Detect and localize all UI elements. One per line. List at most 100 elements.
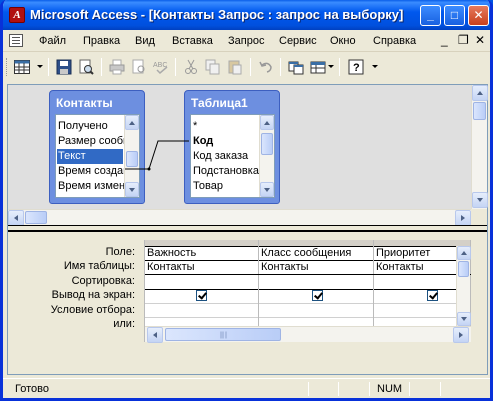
table-pane-hscrollbar[interactable] — [8, 209, 471, 226]
doc-restore-button[interactable]: ❐ — [458, 33, 469, 47]
scroll-right-button[interactable] — [453, 327, 469, 343]
save-icon[interactable] — [54, 57, 74, 77]
scroll-down-button[interactable] — [457, 312, 471, 326]
cut-icon[interactable] — [181, 57, 201, 77]
chevron-down-icon[interactable] — [372, 65, 378, 68]
grip-icon — [220, 331, 226, 338]
design-grid-pane: Поле: Имя таблицы: Сортировка: Вывод на … — [8, 232, 487, 374]
row-label-criteria: Условие отбора: — [50, 304, 135, 316]
help-icon[interactable]: ? — [346, 57, 366, 77]
grid-cell-field[interactable]: Важность — [145, 246, 259, 260]
arrow-right-icon — [461, 215, 465, 221]
doc-close-button[interactable]: ✕ — [475, 33, 485, 47]
table-pane[interactable]: Контакты Получено Размер сообщ Текст Вре… — [8, 85, 488, 226]
grid-cell-table[interactable]: Контакты — [259, 260, 374, 274]
menu-window[interactable]: Окно — [330, 35, 356, 47]
status-bar: Готово NUM — [3, 378, 490, 398]
chevron-down-icon[interactable] — [37, 65, 43, 68]
toolbar-separator — [101, 58, 102, 76]
close-button[interactable]: ✕ — [468, 5, 489, 26]
toolbar-separator — [48, 58, 49, 76]
arrow-down-icon — [461, 317, 467, 321]
show-checkbox[interactable] — [196, 290, 207, 301]
search-icon[interactable] — [76, 57, 96, 77]
grid-cell-sort[interactable] — [145, 275, 259, 289]
toolbar-grip[interactable] — [6, 58, 9, 76]
maximize-button[interactable]: □ — [444, 5, 465, 26]
menu-edit[interactable]: Правка — [83, 35, 120, 47]
grid-cell-table[interactable]: Контакты — [145, 260, 259, 274]
scroll-up-button[interactable] — [472, 85, 488, 101]
arrow-up-icon — [477, 91, 483, 95]
grid-cell-criteria[interactable] — [259, 303, 374, 317]
query-type-icon[interactable] — [308, 57, 328, 77]
menu-view[interactable]: Вид — [135, 35, 155, 47]
doc-minimize-button[interactable]: _ — [441, 33, 448, 47]
row-label-or: или: — [113, 318, 135, 330]
view-datasheet-icon[interactable] — [12, 57, 32, 77]
scroll-up-button[interactable] — [457, 246, 471, 260]
show-checkbox[interactable] — [427, 290, 438, 301]
menu-bar: Файл Правка Вид Вставка Запрос Сервис Ок… — [3, 30, 490, 52]
menu-tools[interactable]: Сервис — [279, 35, 317, 47]
scroll-left-button[interactable] — [147, 327, 163, 343]
copy-icon[interactable] — [203, 57, 223, 77]
scroll-thumb[interactable] — [25, 211, 47, 224]
status-separator — [338, 382, 339, 396]
menu-help[interactable]: Справка — [373, 35, 416, 47]
title-bar[interactable]: A Microsoft Access - [Контакты Запрос : … — [3, 0, 490, 30]
grid-cell-field[interactable]: Класс сообщения — [259, 246, 374, 260]
grid-vscrollbar[interactable] — [456, 246, 471, 326]
toolbar-separator — [280, 58, 281, 76]
scroll-thumb[interactable] — [165, 328, 281, 341]
status-num-indicator: NUM — [377, 383, 403, 395]
grid-cell-criteria[interactable] — [145, 303, 259, 317]
minimize-button[interactable]: _ — [420, 5, 441, 26]
arrow-left-icon — [153, 332, 157, 338]
menu-file[interactable]: Файл — [39, 35, 66, 47]
spellcheck-icon[interactable]: ABC — [151, 57, 171, 77]
document-icon[interactable] — [9, 34, 23, 47]
arrow-up-icon — [461, 251, 467, 255]
print-preview-icon[interactable] — [129, 57, 149, 77]
menu-insert[interactable]: Вставка — [172, 35, 213, 47]
menu-query[interactable]: Запрос — [228, 35, 264, 47]
svg-text:?: ? — [353, 62, 360, 74]
scroll-thumb[interactable] — [473, 102, 486, 120]
status-separator — [369, 382, 370, 396]
scroll-thumb[interactable] — [458, 261, 469, 277]
access-app-icon[interactable]: A — [9, 7, 25, 23]
scroll-down-button[interactable] — [472, 192, 488, 208]
window-title: Microsoft Access - [Контакты Запрос : за… — [30, 7, 404, 22]
design-grid[interactable]: Важность Контакты Класс сообщения Контак… — [144, 240, 471, 343]
scroll-right-button[interactable] — [455, 210, 471, 226]
join-line[interactable] — [8, 85, 308, 215]
status-separator — [409, 382, 410, 396]
show-table-icon[interactable] — [286, 57, 306, 77]
table-pane-vscrollbar[interactable] — [471, 85, 488, 209]
query-design-window: Контакты Получено Размер сообщ Текст Вре… — [7, 84, 488, 375]
scroll-corner — [471, 209, 487, 225]
status-text: Готово — [15, 383, 49, 395]
chevron-down-icon[interactable] — [328, 65, 334, 68]
arrow-right-icon — [459, 332, 463, 338]
show-checkbox[interactable] — [312, 290, 323, 301]
row-label-sort: Сортировка: — [71, 275, 135, 287]
print-icon[interactable] — [107, 57, 127, 77]
row-label-show: Вывод на экран: — [51, 289, 135, 301]
paste-icon[interactable] — [225, 57, 245, 77]
toolbar-separator — [339, 58, 340, 76]
scroll-left-button[interactable] — [8, 210, 24, 226]
status-separator — [308, 382, 309, 396]
undo-icon[interactable] — [256, 57, 276, 77]
toolbar: ABC ? — [3, 53, 490, 81]
status-separator — [440, 382, 441, 396]
access-window: A Microsoft Access - [Контакты Запрос : … — [0, 0, 493, 401]
toolbar-separator — [175, 58, 176, 76]
grid-cell-sort[interactable] — [259, 275, 374, 289]
row-label-field: Поле: — [105, 246, 135, 258]
grid-hscrollbar[interactable] — [145, 326, 471, 343]
pane-splitter[interactable] — [8, 225, 487, 232]
row-label-table: Имя таблицы: — [63, 260, 135, 272]
arrow-down-icon — [477, 198, 483, 202]
